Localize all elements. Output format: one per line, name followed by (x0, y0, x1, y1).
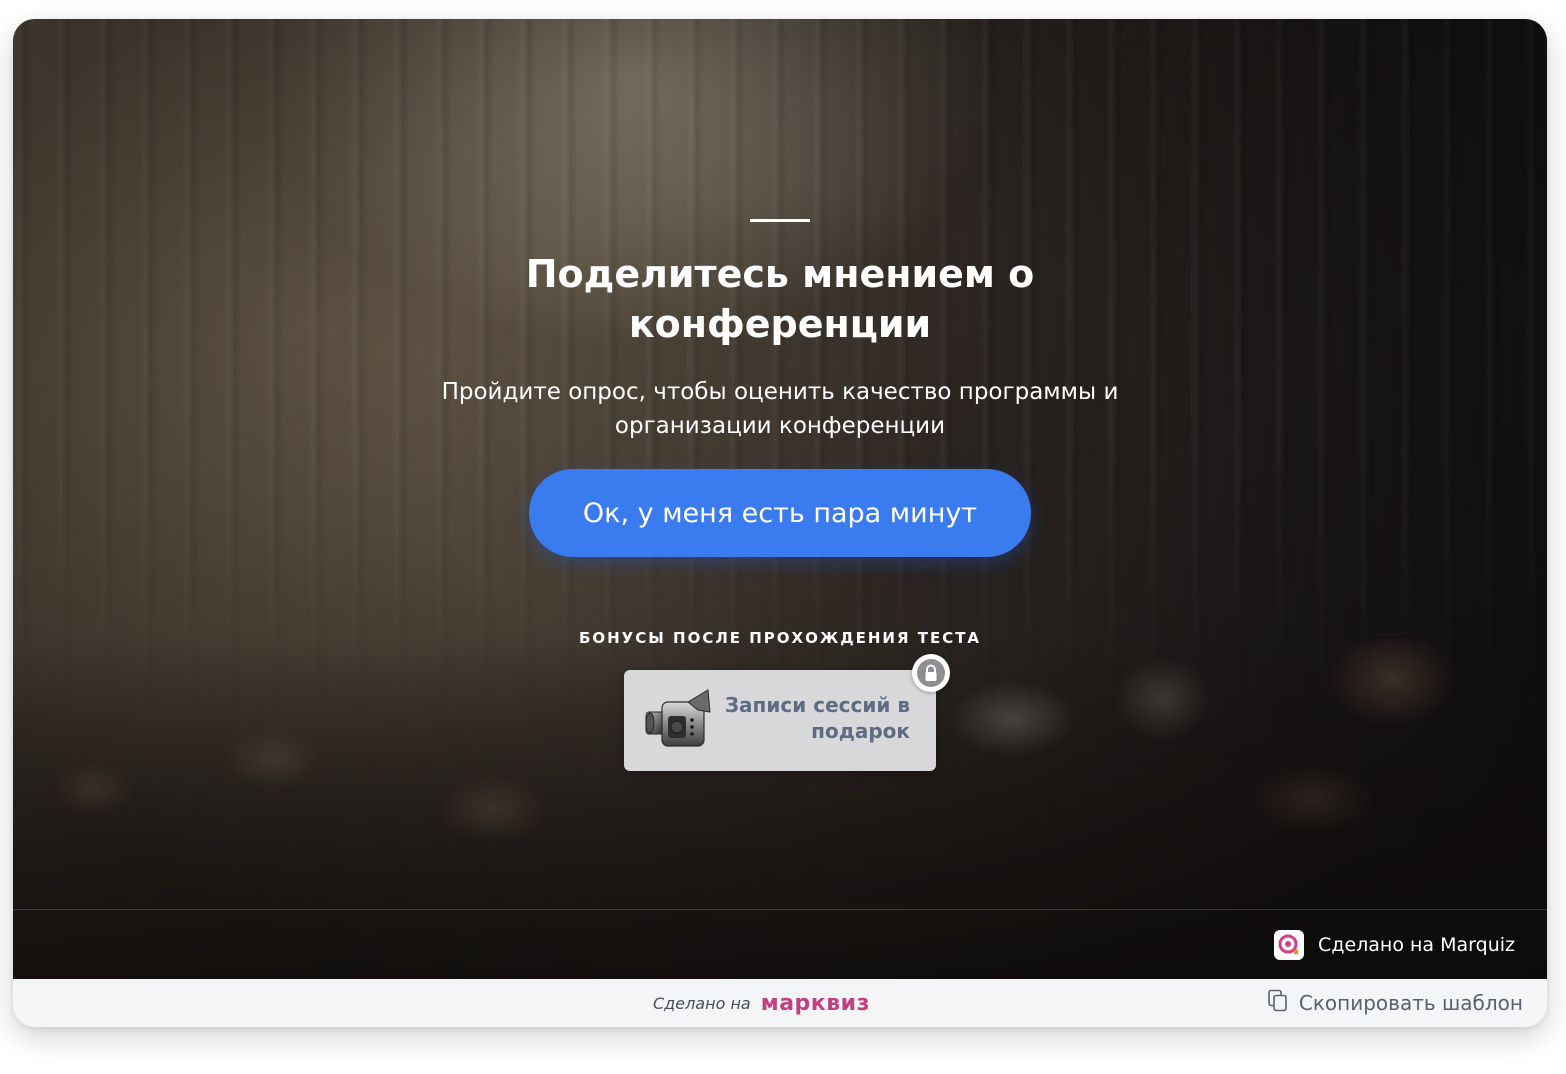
start-quiz-button[interactable]: Ок, у меня есть пара минут (529, 469, 1031, 557)
page-title: Поделитесь мнением о конференции (525, 252, 1035, 346)
footer-brand-logo: марквиз (760, 990, 870, 1016)
copy-template-button[interactable]: Скопировать шаблон (1267, 979, 1523, 1027)
marquiz-logo-icon (1274, 930, 1305, 960)
bonus-card: Записи сессий в подарок (624, 654, 950, 771)
video-camera-icon (642, 688, 714, 752)
page-subtitle: Пройдите опрос, чтобы оценить качество п… (441, 379, 1119, 439)
footer-made-label: Сделано на (653, 993, 751, 1013)
bonus-heading: БОНУСЫ ПОСЛЕ ПРОХОЖДЕНИЯ ТЕСТА (578, 629, 982, 647)
copy-template-label: Скопировать шаблон (1298, 991, 1523, 1015)
lock-icon (912, 654, 950, 692)
made-on-marquiz-link[interactable]: Сделано на Marquiz (1274, 929, 1515, 961)
made-on-marquiz-label: Сделано на Marquiz (1318, 934, 1515, 956)
quiz-frame: Поделитесь мнением о конференции Пройдит… (13, 19, 1547, 1027)
title-accent-line (750, 219, 810, 222)
footer-bar: Сделано на марквиз Скопировать шаблон (13, 979, 1547, 1027)
bonus-label: Записи сессий в подарок (724, 693, 910, 743)
start-screen: Поделитесь мнением о конференции Пройдит… (13, 19, 1547, 979)
hero-divider (13, 909, 1547, 910)
footer-made-on[interactable]: Сделано на марквиз (653, 979, 870, 1027)
copy-icon (1267, 989, 1289, 1018)
